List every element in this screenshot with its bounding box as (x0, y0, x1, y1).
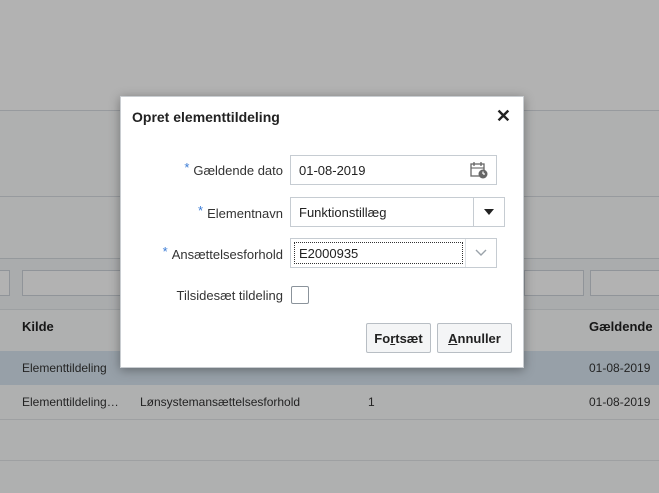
required-indicator: * (184, 160, 190, 175)
cancel-button[interactable]: Annuller (437, 323, 512, 353)
chevron-down-icon (475, 249, 487, 256)
button-text: Fo (374, 330, 391, 346)
calendar-icon[interactable] (470, 161, 488, 179)
label-text: Ansættelsesforhold (171, 247, 283, 262)
mnemonic-letter: A (448, 330, 458, 346)
dropdown-button[interactable] (465, 239, 496, 267)
button-text: tsæt (395, 330, 423, 346)
effective-date-label: * Gældende dato (184, 160, 283, 178)
continue-button[interactable]: Fo r tsæt (366, 323, 431, 353)
effective-date-input[interactable]: 01-08-2019 (290, 155, 497, 185)
employment-value: E2000935 (299, 246, 359, 261)
required-indicator: * (162, 244, 168, 259)
close-icon[interactable]: ✕ (496, 106, 511, 126)
dialog-title: Opret elementtildeling (132, 109, 280, 125)
create-element-assignment-dialog: Opret elementtildeling ✕ * Gældende dato … (120, 96, 524, 368)
dropdown-triangle-icon (484, 209, 494, 215)
element-name-value: Funktionstillæg (299, 205, 387, 220)
employment-label: * Ansættelsesforhold (162, 244, 283, 262)
button-text: nnuller (457, 330, 501, 346)
element-name-select[interactable]: Funktionstillæg (290, 197, 505, 227)
override-label: Tilsidesæt tildeling (176, 288, 283, 303)
effective-date-value: 01-08-2019 (299, 163, 366, 178)
override-checkbox[interactable] (291, 286, 309, 304)
dropdown-button[interactable] (473, 198, 504, 226)
label-text: Gældende dato (193, 163, 283, 178)
required-indicator: * (198, 203, 204, 218)
element-name-label: * Elementnavn (198, 203, 283, 221)
employment-select[interactable]: E2000935 (290, 238, 497, 268)
label-text: Elementnavn (207, 206, 283, 221)
